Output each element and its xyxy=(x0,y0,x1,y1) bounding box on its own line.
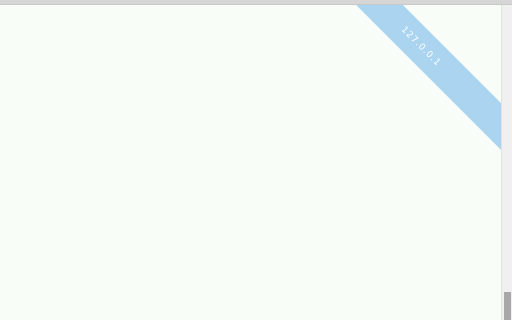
ribbon-host-label: 127.0.0.1 xyxy=(399,24,443,69)
environment-ribbon: 127.0.0.1 xyxy=(310,5,501,158)
page-content: 127.0.0.1 xyxy=(0,5,501,320)
scrollbar-thumb[interactable] xyxy=(504,292,511,320)
browser-viewport: 127.0.0.1 xyxy=(0,0,512,320)
vertical-scrollbar[interactable] xyxy=(501,5,512,320)
